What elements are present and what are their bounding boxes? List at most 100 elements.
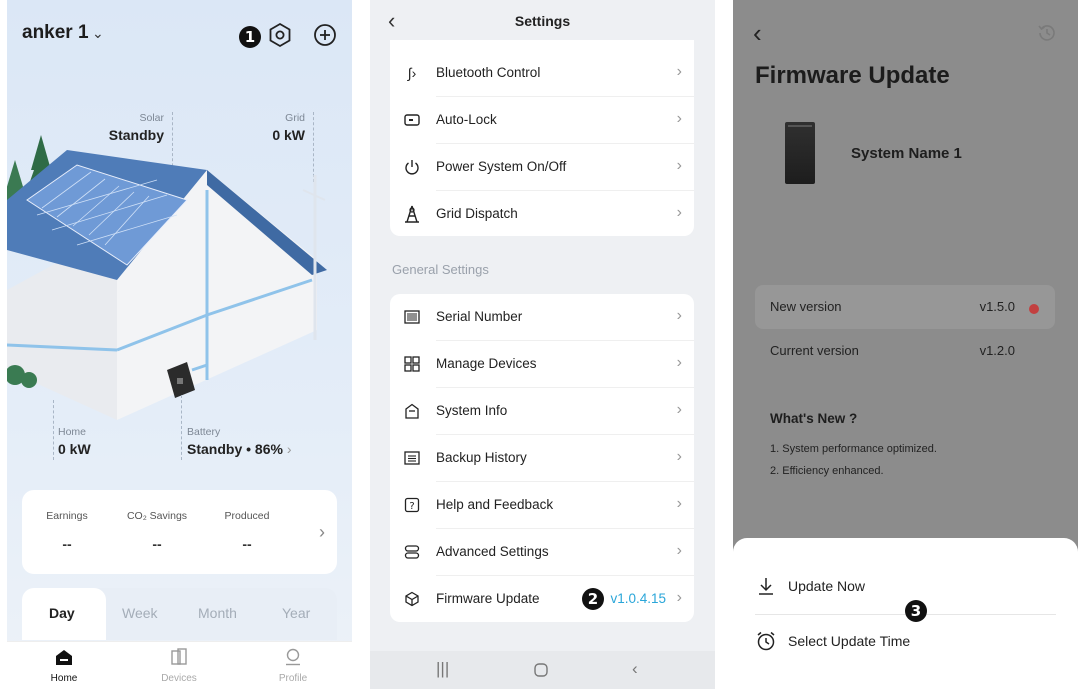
home-icon <box>56 650 72 665</box>
history-icon[interactable] <box>1036 22 1058 44</box>
battery-leader-line <box>181 395 182 460</box>
settings-item-grid-dispatch[interactable]: Grid Dispatch › <box>390 191 694 238</box>
home-stat: Home 0 kW <box>58 426 91 457</box>
grid-icon <box>402 354 422 374</box>
advanced-icon <box>402 542 422 562</box>
settings-item-advanced[interactable]: Advanced Settings › <box>390 529 694 576</box>
chevron-right-icon: › <box>676 204 682 221</box>
chevron-down-icon[interactable]: ⌄ <box>92 25 104 42</box>
settings-item-label: Bluetooth Control <box>436 65 541 80</box>
settings-item-firmware-update[interactable]: Firmware Update 2 v1.0.4.15 › <box>390 576 694 623</box>
period-month[interactable]: Month <box>198 605 237 621</box>
produced-value: -- <box>242 536 252 552</box>
period-year[interactable]: Year <box>282 605 310 621</box>
tower-icon <box>402 204 422 224</box>
page-title: Settings <box>514 13 571 29</box>
back-nav-icon[interactable]: ‹ <box>632 659 638 679</box>
update-action-sheet: Update Now 3 Select Update Time <box>733 538 1078 689</box>
current-version-label: Current version <box>770 343 859 358</box>
list-icon <box>402 448 422 468</box>
solar-label: Solar <box>139 112 164 124</box>
period-day[interactable]: Day <box>49 605 75 621</box>
settings-item-label: System Info <box>436 403 508 418</box>
select-update-time-label: Select Update Time <box>788 633 911 649</box>
settings-item-system-info[interactable]: System Info › <box>390 388 694 435</box>
settings-item-label: Serial Number <box>436 309 523 324</box>
update-now-label: Update Now <box>788 578 866 594</box>
power-icon <box>402 157 422 177</box>
bluetooth-icon: ∫› <box>407 65 417 81</box>
devices-icon <box>171 648 187 665</box>
house-illustration <box>7 135 327 420</box>
back-icon[interactable]: ‹ <box>753 18 762 49</box>
stats-card[interactable]: Earnings -- CO₂ Savings -- Produced -- › <box>22 490 337 574</box>
station-name[interactable]: anker 1 <box>22 22 89 44</box>
download-icon <box>759 578 773 595</box>
current-version-value: v1.2.0 <box>979 343 1015 358</box>
general-settings-card: Serial Number › Manage Devices › System … <box>390 294 694 622</box>
chevron-right-icon[interactable]: › <box>319 522 325 543</box>
settings-item-label: Backup History <box>436 450 527 465</box>
firmware-version: v1.0.4.15 <box>610 591 666 606</box>
earnings-value: -- <box>62 536 72 552</box>
settings-item-help-feedback[interactable]: ? Help and Feedback › <box>390 482 694 529</box>
whats-new-item: 2. Efficiency enhanced. <box>770 465 884 477</box>
settings-item-label: Firmware Update <box>436 591 540 606</box>
settings-item-label: Grid Dispatch <box>436 206 518 221</box>
home-header: anker 1 ⌄ 1 <box>22 22 337 50</box>
produced-stat: Produced -- <box>207 510 287 552</box>
chevron-right-icon: › <box>676 401 682 418</box>
tab-devices-label: Devices <box>161 673 197 684</box>
settings-top-bar: ‹ Settings <box>370 0 715 40</box>
settings-item-serial-number[interactable]: Serial Number › <box>390 294 694 341</box>
new-version-dot <box>1029 304 1039 314</box>
device-name: System Name 1 <box>851 145 962 162</box>
battery-label: Battery <box>187 426 221 438</box>
co2-label: CO₂ Savings <box>126 510 188 522</box>
new-version-value: v1.5.0 <box>979 299 1015 314</box>
settings-screen: ∫› Bluetooth Control › Auto-Lock › Power… <box>370 0 715 689</box>
home-screen: anker 1 ⌄ 1 Solar Standby Grid 0 kW Home… <box>7 0 352 689</box>
cube-icon <box>402 589 422 609</box>
update-now-option[interactable]: Update Now <box>733 562 1078 610</box>
chevron-right-icon: › <box>676 157 682 174</box>
home-button-icon[interactable] <box>533 662 549 678</box>
earnings-stat: Earnings -- <box>27 510 107 552</box>
earnings-label: Earnings <box>46 510 88 522</box>
period-selector: Day Week Month Year <box>22 588 337 640</box>
add-icon[interactable] <box>312 22 338 48</box>
battery-stat[interactable]: Battery Standby • 86% › <box>187 426 292 457</box>
settings-hex-icon[interactable] <box>267 22 293 48</box>
section-title: General Settings <box>392 262 489 277</box>
tab-profile[interactable]: Profile <box>263 648 323 684</box>
settings-item-label: Manage Devices <box>436 356 537 371</box>
chevron-right-icon: › <box>676 63 682 80</box>
callout-badge: 2 <box>582 588 604 610</box>
settings-item-auto-lock[interactable]: Auto-Lock › <box>390 97 694 144</box>
settings-top-card: ∫› Bluetooth Control › Auto-Lock › Power… <box>390 30 694 236</box>
settings-item-label: Advanced Settings <box>436 544 549 559</box>
settings-item-backup-history[interactable]: Backup History › <box>390 435 694 482</box>
lock-icon <box>402 110 422 130</box>
device-image <box>785 122 815 184</box>
settings-item-bluetooth[interactable]: ∫› Bluetooth Control › <box>390 50 694 97</box>
firmware-screen: ‹ Firmware Update System Name 1 New vers… <box>733 0 1078 689</box>
chevron-right-icon: › <box>286 441 292 457</box>
select-update-time-option[interactable]: Select Update Time <box>733 617 1078 665</box>
bottom-tab-bar: Home Devices Profile <box>7 641 352 689</box>
callout-badge: 1 <box>239 26 261 48</box>
recent-apps-icon[interactable]: ||| <box>436 659 449 679</box>
tab-devices[interactable]: Devices <box>149 648 209 684</box>
tab-home[interactable]: Home <box>34 648 94 684</box>
barcode-icon <box>402 307 422 327</box>
home-label: Home <box>58 426 87 438</box>
battery-value: Standby • 86% › <box>187 441 292 457</box>
settings-item-manage-devices[interactable]: Manage Devices › <box>390 341 694 388</box>
produced-label: Produced <box>224 510 270 522</box>
settings-item-power[interactable]: Power System On/Off › <box>390 144 694 191</box>
page-title: Firmware Update <box>755 62 950 89</box>
period-week[interactable]: Week <box>122 605 158 621</box>
system-nav-bar: ||| ‹ <box>370 651 715 689</box>
tab-profile-label: Profile <box>278 673 308 684</box>
chevron-right-icon: › <box>676 542 682 559</box>
